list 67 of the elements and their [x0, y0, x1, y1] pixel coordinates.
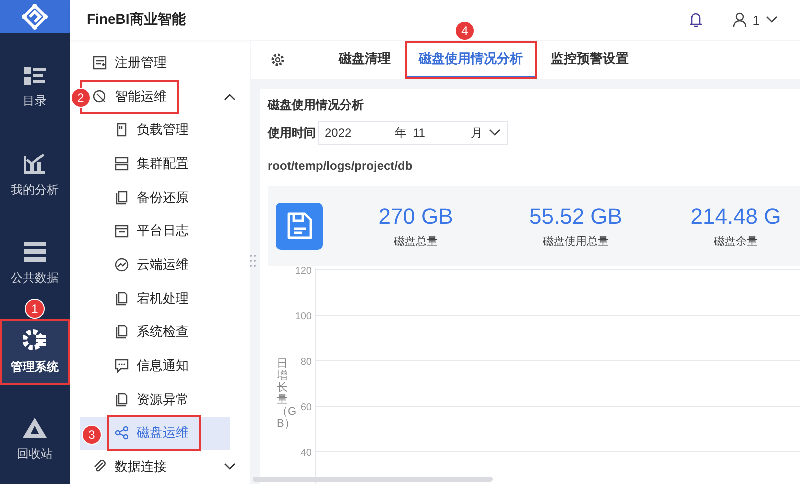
axis-tick-label: 40 [300, 448, 312, 459]
submenu-item[interactable]: 集群配置 [109, 148, 199, 180]
submenu-item[interactable]: 磁盘运维 [109, 417, 199, 450]
submenu-item[interactable]: 信息通知 [109, 350, 199, 382]
stat-value: 55.52 GB [530, 204, 622, 230]
calendar-icon [115, 224, 129, 238]
disk-path: root/temp/logs/project/db [268, 159, 414, 173]
drag-handle[interactable] [250, 255, 256, 267]
file-copy-icon [115, 392, 129, 407]
chevron-icon [766, 16, 778, 24]
stat-value: 214.48 G [690, 204, 782, 230]
month-picker[interactable]: 2022 年 11 月 [318, 121, 508, 145]
chevron-icon[interactable] [224, 92, 236, 101]
stat-value: 270 GB [378, 204, 454, 230]
submenu-item[interactable]: 系统检查 [109, 316, 199, 348]
callout-badge: 3 [82, 424, 102, 445]
stat-label: 磁盘余量 [714, 234, 758, 248]
stat-label: 磁盘总量 [394, 234, 438, 248]
share-nodes-icon [115, 426, 129, 440]
scrollbar[interactable] [253, 477, 493, 482]
tab[interactable]: 磁盘使用情况分析 [405, 41, 537, 79]
chart-icon [24, 154, 46, 174]
user-icon [732, 12, 747, 28]
document-icon [115, 123, 129, 138]
submenu-item[interactable]: 宕机处理 [109, 282, 199, 315]
axis-tick-label: 120 [295, 266, 312, 277]
menu-item[interactable]: 数据连接 [82, 452, 177, 482]
axis-tick-label: 80 [300, 357, 312, 368]
bell-icon[interactable] [688, 12, 703, 28]
menu-item[interactable]: 注册管理 [82, 48, 177, 78]
stat-label: 磁盘使用总量 [543, 234, 609, 248]
submenu-item[interactable]: 负载管理 [109, 114, 199, 146]
nav-item[interactable]: 管理系统 [0, 319, 70, 385]
paperclip-icon [93, 460, 107, 474]
axis-tick-label: 100 [295, 312, 312, 322]
user-menu[interactable]: 1 [732, 12, 778, 28]
tab[interactable]: 磁盘清理 [325, 41, 405, 79]
callout-badge: 2 [71, 88, 91, 108]
file-copy-icon [115, 325, 129, 340]
submenu-item[interactable]: 云端运维 [109, 248, 199, 281]
database-icon [24, 242, 46, 262]
chevron-icon[interactable] [224, 463, 236, 472]
message-icon [115, 359, 129, 374]
submenu-item[interactable]: 备份还原 [109, 182, 199, 214]
settings-icon[interactable] [271, 53, 285, 67]
gear-icon [23, 328, 47, 350]
tab[interactable]: 监控预警设置 [537, 41, 643, 79]
nav-item[interactable]: 回收站 [0, 407, 70, 473]
logo-icon[interactable] [22, 4, 48, 30]
nav-item[interactable]: 公共数据 [0, 231, 70, 297]
axis-tick-label: 60 [300, 402, 312, 414]
submenu-item[interactable]: 资源异常 [109, 384, 199, 416]
list-icon [24, 66, 46, 84]
file-copy-icon [115, 190, 129, 205]
panel-title: 磁盘使用情况分析 [268, 97, 365, 114]
triangle-icon [23, 418, 47, 438]
file-copy-icon [115, 292, 129, 306]
submenu-item[interactable]: 平台日志 [109, 215, 199, 248]
server-icon [115, 156, 129, 171]
chevron-icon [489, 129, 501, 137]
callout-badge: 1 [25, 299, 45, 319]
nav-item[interactable]: 我的分析 [0, 143, 70, 209]
nav-item[interactable]: 目录 [0, 55, 70, 121]
axis-title: 日增长量（GB） [277, 358, 297, 431]
app-title: FineBI商业智能 [87, 11, 187, 29]
field-label: 使用时间 [268, 124, 316, 142]
register-icon [93, 56, 107, 70]
